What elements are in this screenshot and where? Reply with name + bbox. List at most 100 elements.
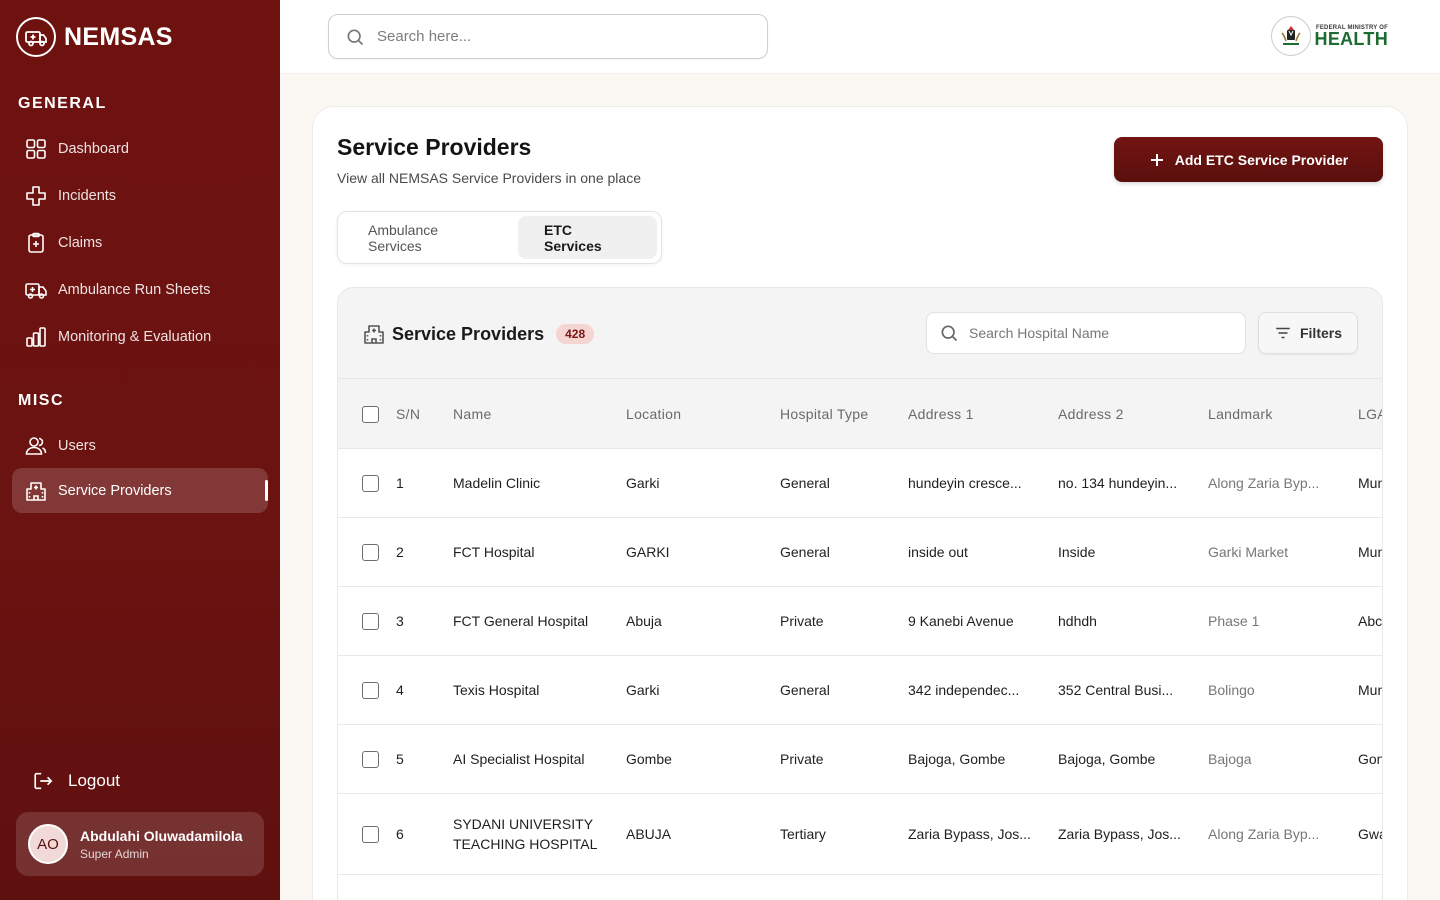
cell-hospital-type: Tertiary — [780, 826, 826, 842]
avatar: AO — [28, 824, 68, 864]
top-header: FEDERAL MINISTRY OF HEALTH — [280, 0, 1440, 74]
bar-chart-icon — [26, 326, 46, 347]
cell-landmark: Garki Market — [1208, 544, 1289, 560]
sidebar-item-label: Incidents — [58, 187, 117, 204]
cell-landmark: Bajoga — [1208, 751, 1252, 767]
cell-landmark: Along Zaria Byp... — [1208, 475, 1320, 491]
sidebar-item-label: Ambulance Run Sheets — [58, 281, 211, 298]
cell-name: AI Specialist Hospital — [453, 751, 585, 767]
filters-label: Filters — [1299, 325, 1342, 341]
sidebar-item-claims[interactable]: Claims — [12, 220, 268, 265]
main-content-card: Service Providers View all NEMSAS Servic… — [312, 106, 1408, 900]
user-name: Abdulahi Oluwadamilola — [80, 827, 243, 844]
cell-sn: 3 — [396, 613, 404, 629]
table-row[interactable]: 6 SYDANI UNIVERSITY TEACHING HOSPITAL AB… — [338, 794, 1382, 875]
cell-sn: 1 — [396, 475, 404, 491]
brand[interactable]: NEMSAS — [16, 17, 173, 57]
hospital-search-input[interactable] — [969, 325, 1239, 341]
cell-location: GARKI — [626, 544, 670, 560]
cell-address-1: Zaria Bypass, Jos... — [908, 826, 1031, 842]
cell-location: Abuja — [626, 613, 662, 629]
row-checkbox[interactable] — [362, 750, 379, 768]
add-button-label: Add ETC Service Provider — [1174, 151, 1349, 168]
sidebar-item-label: Monitoring & Evaluation — [58, 328, 212, 345]
column-header-hospital-type[interactable]: Hospital Type — [780, 379, 868, 449]
logout-icon — [34, 772, 53, 790]
table-row[interactable]: 4 Texis Hospital Garki General 342 indep… — [338, 656, 1382, 725]
hospital-search[interactable] — [926, 312, 1246, 354]
column-header-lga[interactable]: LGA — [1358, 379, 1382, 449]
section-title-misc: MISC — [18, 392, 64, 409]
sidebar-item-label: Claims — [58, 234, 103, 251]
cell-lga: Mun — [1358, 475, 1383, 491]
logout-button[interactable]: Logout — [32, 770, 120, 792]
row-select-cell — [362, 518, 379, 586]
row-checkbox[interactable] — [362, 612, 379, 630]
ambulance-icon — [25, 282, 47, 299]
sidebar-item-service-providers[interactable]: Service Providers — [12, 468, 268, 513]
cell-lga: Gwa — [1358, 826, 1382, 842]
row-select-cell — [362, 725, 379, 793]
search-icon — [941, 325, 958, 342]
column-header-address-2[interactable]: Address 2 — [1058, 379, 1124, 449]
sidebar-item-incidents[interactable]: Incidents — [12, 173, 268, 218]
row-select-cell — [362, 656, 379, 724]
filters-button[interactable]: Filters — [1258, 312, 1358, 354]
tab-etc-services[interactable]: ETC Services — [518, 216, 657, 259]
sidebar-item-monitoring-evaluation[interactable]: Monitoring & Evaluation — [12, 314, 268, 359]
sidebar-item-label: Dashboard — [58, 140, 129, 157]
cell-sn: 2 — [396, 544, 404, 560]
sidebar-item-label: Users — [58, 437, 96, 454]
column-header-address-1[interactable]: Address 1 — [908, 379, 974, 449]
logout-label: Logout — [68, 771, 120, 790]
search-icon — [347, 29, 364, 45]
cell-hospital-type: Private — [780, 613, 824, 629]
coat-of-arms-icon — [1270, 16, 1311, 56]
cell-address-1: inside out — [908, 544, 968, 560]
row-checkbox[interactable] — [362, 474, 379, 492]
column-header-name[interactable]: Name — [453, 379, 492, 449]
ministry-big-text: HEALTH — [1314, 29, 1388, 49]
cell-location: ABUJA — [626, 826, 672, 842]
select-all-checkbox[interactable] — [362, 405, 379, 423]
sidebar-item-ambulance-run-sheets[interactable]: Ambulance Run Sheets — [12, 267, 268, 312]
ambulance-logo-icon — [16, 17, 56, 57]
cell-sn: 4 — [396, 682, 404, 698]
cell-lga: Abc — [1358, 613, 1383, 629]
add-etc-service-provider-button[interactable]: Add ETC Service Provider — [1114, 137, 1383, 182]
cell-lga: Gon — [1358, 751, 1383, 767]
column-header-location[interactable]: Location — [626, 379, 681, 449]
table-header: S/N Name Location Hospital Type Address … — [338, 379, 1382, 449]
tab-ambulance-services[interactable]: Ambulance Services — [342, 216, 518, 259]
user-profile-card[interactable]: AO Abdulahi Oluwadamilola Super Admin — [16, 812, 264, 876]
cell-hospital-type: General — [780, 682, 830, 698]
panel-title-text: Service Providers — [392, 323, 545, 344]
row-checkbox[interactable] — [362, 825, 379, 843]
sidebar-item-users[interactable]: Users — [12, 423, 268, 468]
cell-location: Gombe — [626, 751, 672, 767]
cell-address-2: Bajoga, Gombe — [1058, 751, 1156, 767]
table-row[interactable]: 3 FCT General Hospital Abuja Private 9 K… — [338, 587, 1383, 656]
table-row[interactable]: 1 Madelin Clinic Garki General hundeyin … — [338, 449, 1383, 518]
cell-address-1: 9 Kanebi Avenue — [908, 613, 1014, 629]
sidebar-item-dashboard[interactable]: Dashboard — [12, 126, 268, 171]
table-row[interactable]: 5 AI Specialist Hospital Gombe Private B… — [338, 725, 1383, 794]
cell-address-1: hundeyin cresce... — [908, 475, 1022, 491]
row-checkbox[interactable] — [362, 681, 379, 699]
hospital-building-icon — [364, 325, 384, 344]
clipboard-plus-icon — [28, 232, 44, 253]
table-row[interactable]: 2 FCT Hospital GARKI General inside out … — [338, 518, 1382, 587]
row-checkbox[interactable] — [362, 543, 379, 561]
column-header-sn[interactable]: S/N — [396, 379, 420, 449]
column-header-landmark[interactable]: Landmark — [1208, 379, 1273, 449]
global-search-input[interactable] — [377, 28, 747, 45]
user-role: Super Admin — [80, 846, 149, 861]
cell-name: Texis Hospital — [453, 682, 540, 698]
cell-name: Madelin Clinic — [453, 475, 541, 491]
cell-sn: 5 — [396, 751, 404, 767]
cell-address-1: 342 independec... — [908, 682, 1020, 698]
row-select-cell — [362, 794, 379, 874]
cell-name: SYDANI UNIVERSITY TEACHING HOSPITAL — [453, 816, 598, 852]
global-search[interactable] — [328, 14, 768, 59]
cell-hospital-type: General — [780, 475, 830, 491]
